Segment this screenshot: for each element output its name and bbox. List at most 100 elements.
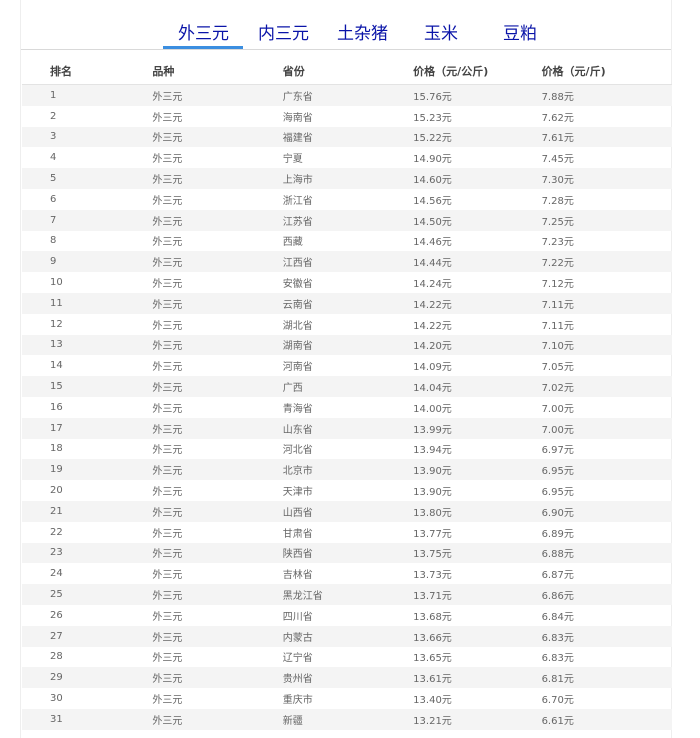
breed-cell: 外三元 bbox=[152, 445, 183, 457]
price-kg-cell: 14.44元 bbox=[413, 251, 542, 273]
rank-cell: 24 bbox=[50, 568, 63, 580]
rank-cell: 28 bbox=[50, 651, 63, 663]
rank-cell: 27 bbox=[22, 625, 153, 647]
price-jin-cell: 6.87元 bbox=[541, 570, 574, 582]
table-row: 21 外三元 山西省 13.80元 6.90元 bbox=[22, 500, 672, 522]
breed-cell: 外三元 bbox=[152, 154, 183, 166]
table-row: 1 外三元 广东省 15.76元 7.88元 bbox=[22, 84, 672, 106]
breed-cell: 外三元 bbox=[152, 112, 183, 124]
province-cell: 青海省 bbox=[282, 403, 313, 415]
rank-cell: 17 bbox=[22, 417, 153, 439]
header-price-per-kg: 价格（元/公斤) bbox=[413, 58, 542, 85]
province-cell: 甘肃省 bbox=[282, 528, 313, 540]
price-jin-cell: 6.86元 bbox=[541, 584, 672, 605]
price-kg-cell: 14.22元 bbox=[413, 292, 542, 314]
price-jin-cell: 6.61元 bbox=[541, 708, 672, 730]
rank-cell: 8 bbox=[50, 235, 57, 247]
rank-cell: 22 bbox=[50, 526, 63, 538]
price-jin-cell: 7.62元 bbox=[541, 112, 574, 124]
price-kg-cell: 14.22元 bbox=[413, 320, 452, 332]
breed-cell: 外三元 bbox=[152, 403, 183, 415]
breed-cell: 外三元 bbox=[152, 570, 183, 582]
price-kg-cell: 13.90元 bbox=[413, 459, 542, 481]
rank-cell: 6 bbox=[50, 193, 57, 205]
tab-nei-san-yuan[interactable]: 内三元 bbox=[258, 22, 309, 46]
province-cell: 河北省 bbox=[282, 445, 313, 457]
breed-cell: 外三元 bbox=[152, 459, 283, 481]
breed-cell: 外三元 bbox=[152, 292, 283, 314]
breed-cell: 外三元 bbox=[152, 667, 283, 689]
province-cell: 广东省 bbox=[282, 84, 414, 106]
province-cell: 浙江省 bbox=[282, 195, 313, 207]
header-province: 省份 bbox=[282, 58, 414, 85]
breed-cell: 外三元 bbox=[152, 209, 283, 231]
price-kg-cell: 13.65元 bbox=[413, 653, 452, 665]
price-jin-cell: 7.11元 bbox=[541, 320, 574, 332]
table-row: 25 外三元 黑龙江省 13.71元 6.86元 bbox=[22, 584, 672, 605]
price-panel: 外三元 内三元 土杂猪 玉米 豆粕 排名 品种 省份 价格（元/公斤) 价格（元… bbox=[20, 0, 672, 738]
price-jin-cell: 7.00元 bbox=[541, 403, 574, 415]
province-cell: 辽宁省 bbox=[282, 653, 313, 665]
tab-dou-po[interactable]: 豆粕 bbox=[503, 22, 537, 46]
breed-cell: 外三元 bbox=[152, 542, 283, 564]
province-cell: 广西 bbox=[282, 376, 414, 397]
rank-cell: 14 bbox=[50, 360, 63, 372]
price-kg-cell: 13.80元 bbox=[413, 500, 542, 522]
table-row: 31 外三元 新疆 13.21元 6.61元 bbox=[22, 708, 672, 730]
table-row: 28 外三元 辽宁省 13.65元 6.83元 bbox=[22, 647, 672, 668]
price-kg-cell: 13.71元 bbox=[413, 584, 542, 605]
price-kg-cell: 15.76元 bbox=[413, 84, 542, 106]
rank-cell: 9 bbox=[22, 251, 153, 273]
breed-cell: 外三元 bbox=[152, 528, 183, 540]
price-kg-cell: 13.77元 bbox=[413, 528, 452, 540]
price-table: 排名 品种 省份 价格（元/公斤) 价格（元/斤) 1 外三元 广东省 15.76元 7… bbox=[22, 58, 672, 730]
price-kg-cell: 13.40元 bbox=[413, 695, 452, 706]
rank-cell: 21 bbox=[22, 500, 153, 522]
rank-cell: 19 bbox=[22, 459, 153, 481]
table-row: 19 外三元 北京市 13.90元 6.95元 bbox=[22, 459, 672, 481]
breed-cell: 外三元 bbox=[152, 84, 283, 106]
price-jin-cell: 6.83元 bbox=[541, 653, 574, 665]
table-row: 10 外三元 安徽省 14.24元 7.12元 bbox=[22, 272, 672, 293]
table-row: 14 外三元 河南省 14.09元 7.05元 bbox=[22, 355, 672, 376]
price-kg-cell: 14.50元 bbox=[413, 209, 542, 231]
rank-cell: 31 bbox=[22, 708, 153, 730]
rank-cell: 7 bbox=[22, 209, 153, 231]
breed-cell: 外三元 bbox=[152, 653, 183, 665]
province-cell: 福建省 bbox=[282, 126, 414, 148]
province-cell: 云南省 bbox=[282, 292, 414, 314]
price-kg-cell: 13.61元 bbox=[413, 667, 542, 689]
rank-cell: 3 bbox=[22, 126, 153, 148]
table-row: 3 外三元 福建省 15.22元 7.61元 bbox=[22, 126, 672, 148]
price-jin-cell: 6.83元 bbox=[541, 625, 672, 647]
price-kg-cell: 13.94元 bbox=[413, 445, 452, 457]
table-row: 11 外三元 云南省 14.22元 7.11元 bbox=[22, 292, 672, 314]
price-kg-cell: 14.09元 bbox=[413, 362, 452, 374]
table-row: 2 外三元 海南省 15.23元 7.62元 bbox=[22, 106, 672, 127]
breed-cell: 外三元 bbox=[152, 708, 283, 730]
price-jin-cell: 7.22元 bbox=[541, 251, 672, 273]
tab-yu-mi[interactable]: 玉米 bbox=[424, 22, 458, 46]
header-breed: 品种 bbox=[152, 58, 283, 85]
price-jin-cell: 7.10元 bbox=[541, 334, 672, 356]
table-row: 27 外三元 内蒙古 13.66元 6.83元 bbox=[22, 625, 672, 647]
price-jin-cell: 7.61元 bbox=[541, 126, 672, 148]
table-row: 24 外三元 吉林省 13.73元 6.87元 bbox=[22, 563, 672, 584]
breed-cell: 外三元 bbox=[152, 126, 283, 148]
breed-cell: 外三元 bbox=[152, 195, 183, 207]
breed-cell: 外三元 bbox=[152, 695, 183, 706]
tab-tu-za-zhu[interactable]: 土杂猪 bbox=[337, 22, 388, 46]
province-cell: 宁夏 bbox=[282, 154, 303, 166]
breed-cell: 外三元 bbox=[152, 320, 183, 332]
tab-wai-san-yuan[interactable]: 外三元 bbox=[178, 22, 229, 46]
province-cell: 西藏 bbox=[282, 237, 303, 249]
price-jin-cell: 7.02元 bbox=[541, 376, 672, 397]
price-jin-cell: 7.30元 bbox=[541, 168, 672, 189]
table-row: 12 外三元 湖北省 14.22元 7.11元 bbox=[22, 314, 672, 335]
table-row: 26 外三元 四川省 13.68元 6.84元 bbox=[22, 605, 672, 626]
table-row: 15 外三元 广西 14.04元 7.02元 bbox=[22, 376, 672, 397]
province-cell: 新疆 bbox=[282, 708, 414, 730]
price-jin-cell: 6.97元 bbox=[541, 445, 574, 457]
table-row: 8 外三元 西藏 14.46元 7.23元 bbox=[22, 231, 672, 252]
province-cell: 安徽省 bbox=[282, 279, 313, 291]
